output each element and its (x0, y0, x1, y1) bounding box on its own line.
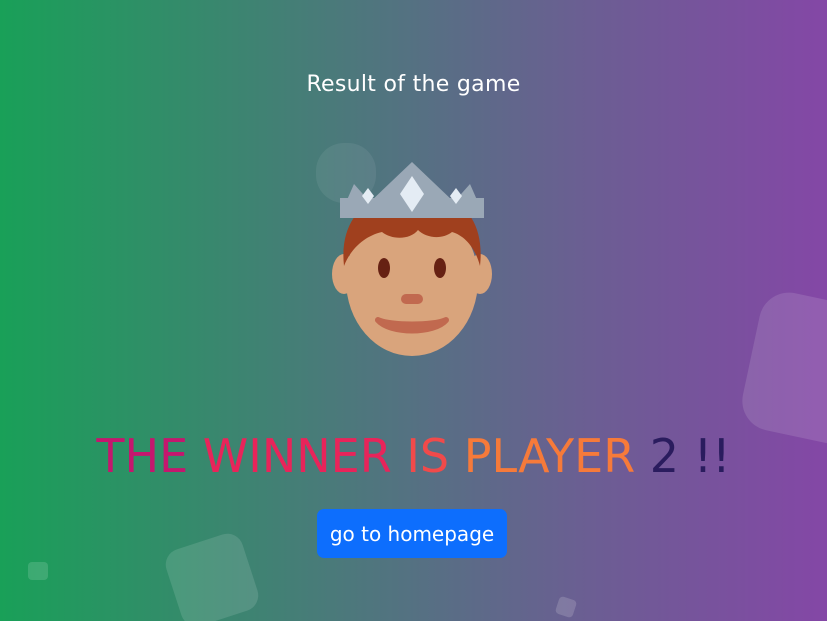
winner-exclaim: !! (693, 429, 731, 483)
winner-word: WINNER (202, 429, 392, 483)
winner-announcement: THE WINNER IS PLAYER 2 !! (0, 428, 827, 484)
winner-player-number: 2 (649, 429, 680, 483)
background-square (554, 595, 578, 619)
background-square (161, 529, 263, 621)
crowned-prince-icon (332, 162, 492, 356)
background-square (28, 562, 48, 580)
go-to-homepage-button[interactable]: go to homepage (317, 509, 507, 558)
winner-word: PLAYER (463, 429, 636, 483)
result-title: Result of the game (306, 72, 521, 97)
winner-word: IS (406, 429, 450, 483)
winner-word: THE (96, 429, 189, 483)
background-square (736, 287, 827, 449)
